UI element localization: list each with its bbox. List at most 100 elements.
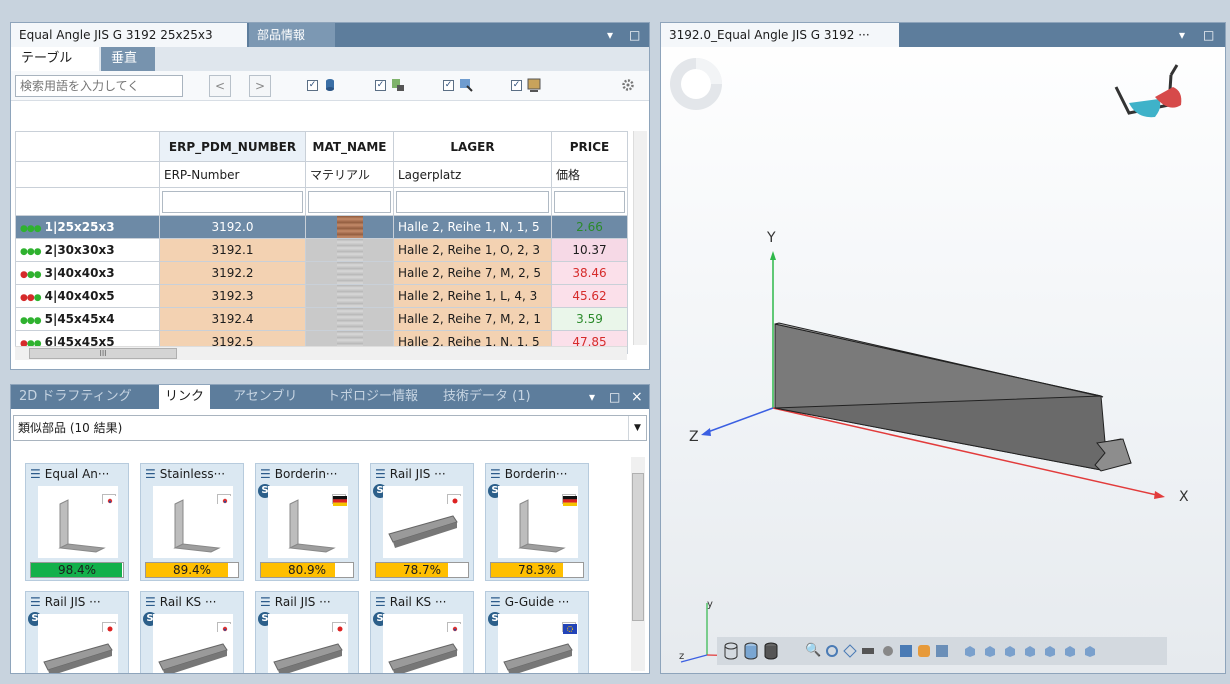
similar-part-card[interactable]: ☰ Equal An··· 98.4% xyxy=(25,463,129,581)
part-thumbnail[interactable] xyxy=(498,486,578,558)
table-row[interactable]: ●●● 2|30x30x3 3192.1 Halle 2, Reihe 1, O, 2… xyxy=(15,238,628,262)
filter-erp-input[interactable] xyxy=(159,187,306,216)
tab-part-table[interactable]: Equal Angle JIS G 3192 25x25x3 xyxy=(11,23,247,47)
pin-dropdown-icon[interactable]: ▾ xyxy=(1179,23,1185,47)
filter-checkbox-2[interactable]: ✓ xyxy=(375,80,386,91)
tab-topology[interactable]: トポロジー情報 xyxy=(321,385,424,409)
column-header-price[interactable]: PRICE xyxy=(551,131,628,162)
tab-3d-view[interactable]: 3192.0_Equal Angle JIS G 3192 ··· xyxy=(661,23,899,47)
part-thumbnail[interactable] xyxy=(268,486,348,558)
filter-checkbox-4[interactable]: ✓ xyxy=(511,80,522,91)
similar-part-card[interactable]: ☰ G-Guide ··· S xyxy=(485,591,589,673)
similar-part-card[interactable]: ☰ Rail KS ··· S xyxy=(140,591,244,673)
cell-erp[interactable]: 3192.0 xyxy=(159,215,306,239)
table-horizontal-scrollbar[interactable]: III xyxy=(15,346,627,360)
similar-part-card[interactable]: ☰ Borderin··· S 80.9% xyxy=(255,463,359,581)
menu-icon[interactable]: ☰ xyxy=(145,595,156,609)
menu-icon[interactable]: ☰ xyxy=(490,595,501,609)
cell-erp[interactable]: 3192.1 xyxy=(159,238,306,262)
menu-icon[interactable]: ☰ xyxy=(375,595,386,609)
table-row[interactable]: ●●● 1|25x25x3 3192.0 Halle 2, Reihe 1, N, 1… xyxy=(15,215,628,239)
similar-part-card[interactable]: ☰ Rail KS ··· S xyxy=(370,591,474,673)
cylinder-shaded-icon[interactable] xyxy=(743,642,759,660)
row-header[interactable]: ●●● 4|40x40x5 xyxy=(15,284,160,308)
cell-lager[interactable]: Halle 2, Reihe 1, L, 4, 3 xyxy=(393,284,552,308)
similar-part-card[interactable]: ☰ Rail JIS ··· S xyxy=(255,591,359,673)
tab-table[interactable]: テーブル xyxy=(11,47,99,71)
next-button[interactable]: > xyxy=(249,75,271,97)
column-header-erp[interactable]: ERP_PDM_NUMBER xyxy=(159,131,306,162)
menu-icon[interactable]: ☰ xyxy=(260,467,271,481)
part-thumbnail[interactable] xyxy=(498,614,578,673)
cylinder-view-icon[interactable] xyxy=(723,642,739,660)
section-icon[interactable] xyxy=(843,644,857,658)
similar-part-card[interactable]: ☰ Rail JIS ··· S xyxy=(25,591,129,673)
similar-part-card[interactable]: ☰ Rail JIS ··· S 78.7% xyxy=(370,463,474,581)
table-view-icon[interactable] xyxy=(899,644,913,658)
tab-tech-data[interactable]: 技術データ (1) xyxy=(437,385,537,409)
color-icon[interactable] xyxy=(917,644,931,658)
cell-lager[interactable]: Halle 2, Reihe 1, N, 1, 5 xyxy=(393,215,552,239)
cell-lager[interactable]: Halle 2, Reihe 7, M, 2, 1 xyxy=(393,307,552,331)
view-left-icon[interactable] xyxy=(1003,644,1017,658)
table-row[interactable]: ●●● 5|45x45x4 3192.4 Halle 2, Reihe 7, M, 2… xyxy=(15,307,628,331)
table-vertical-scrollbar[interactable] xyxy=(633,131,647,345)
cell-material-swatch[interactable] xyxy=(305,261,394,285)
stereo-glasses-icon[interactable] xyxy=(1114,64,1182,118)
tab-part-info[interactable]: 部品情報 xyxy=(249,23,335,47)
view-right-icon[interactable] xyxy=(1023,644,1037,658)
prev-button[interactable]: < xyxy=(209,75,231,97)
menu-icon[interactable]: ☰ xyxy=(30,595,41,609)
settings-gear-icon[interactable] xyxy=(621,78,635,92)
part-thumbnail[interactable] xyxy=(383,486,463,558)
view-iso-icon[interactable] xyxy=(1083,644,1097,658)
table-row[interactable]: ●●● 4|40x40x5 3192.3 Halle 2, Reihe 1, L, 4… xyxy=(15,284,628,308)
search-input[interactable] xyxy=(15,75,183,97)
tab-vertical[interactable]: 垂直 xyxy=(101,47,155,71)
pin-dropdown-icon[interactable]: ▾ xyxy=(607,23,613,47)
tab-links[interactable]: リンク xyxy=(159,385,211,409)
maximize-icon[interactable]: □ xyxy=(1203,23,1214,47)
cell-erp[interactable]: 3192.2 xyxy=(159,261,306,285)
maximize-icon[interactable]: □ xyxy=(609,385,620,409)
part-thumbnail[interactable] xyxy=(38,614,118,673)
view-bottom-icon[interactable] xyxy=(1063,644,1077,658)
scroll-thumb[interactable] xyxy=(632,473,644,621)
zoom-icon[interactable]: 🔍 xyxy=(805,644,821,658)
cell-material-swatch[interactable] xyxy=(305,238,394,262)
cell-erp[interactable]: 3192.3 xyxy=(159,284,306,308)
similar-parts-dropdown[interactable]: 類似部品 (10 結果) ▼ xyxy=(13,415,647,441)
part-thumbnail[interactable] xyxy=(153,614,233,673)
cube-view-icon[interactable] xyxy=(935,644,949,658)
menu-icon[interactable]: ☰ xyxy=(260,595,271,609)
menu-icon[interactable]: ☰ xyxy=(375,467,386,481)
3d-scene[interactable]: Y X Z y x z xyxy=(661,47,1225,673)
tab-2d-drafting[interactable]: 2D ドラフティング xyxy=(13,385,138,409)
cell-price[interactable]: 2.66 xyxy=(551,215,628,239)
close-icon[interactable]: × xyxy=(631,385,643,409)
menu-icon[interactable]: ☰ xyxy=(490,467,501,481)
cell-price[interactable]: 10.37 xyxy=(551,238,628,262)
similar-part-card[interactable]: ☰ Stainless··· 89.4% xyxy=(140,463,244,581)
similar-part-card[interactable]: ☰ Borderin··· S 78.3% xyxy=(485,463,589,581)
filter-price-input[interactable] xyxy=(551,187,628,216)
measure-icon[interactable] xyxy=(861,644,875,658)
cards-vertical-scrollbar[interactable] xyxy=(631,457,645,671)
part-thumbnail[interactable] xyxy=(383,614,463,673)
column-header-lager[interactable]: LAGER xyxy=(393,131,552,162)
cell-price[interactable]: 38.46 xyxy=(551,261,628,285)
tab-assembly[interactable]: アセンブリ xyxy=(227,385,303,409)
column-header-mat[interactable]: MAT_NAME xyxy=(305,131,394,162)
cell-lager[interactable]: Halle 2, Reihe 7, M, 2, 5 xyxy=(393,261,552,285)
cell-erp[interactable]: 3192.4 xyxy=(159,307,306,331)
cell-material-swatch[interactable] xyxy=(305,215,394,239)
row-header[interactable]: ●●● 5|45x45x4 xyxy=(15,307,160,331)
view-top-icon[interactable] xyxy=(1043,644,1057,658)
cell-lager[interactable]: Halle 2, Reihe 1, O, 2, 3 xyxy=(393,238,552,262)
cell-price[interactable]: 45.62 xyxy=(551,284,628,308)
filter-lager-input[interactable] xyxy=(393,187,552,216)
cell-material-swatch[interactable] xyxy=(305,307,394,331)
part-thumbnail[interactable] xyxy=(153,486,233,558)
wireframe-icon[interactable] xyxy=(881,644,895,658)
row-header[interactable]: ●●● 2|30x30x3 xyxy=(15,238,160,262)
